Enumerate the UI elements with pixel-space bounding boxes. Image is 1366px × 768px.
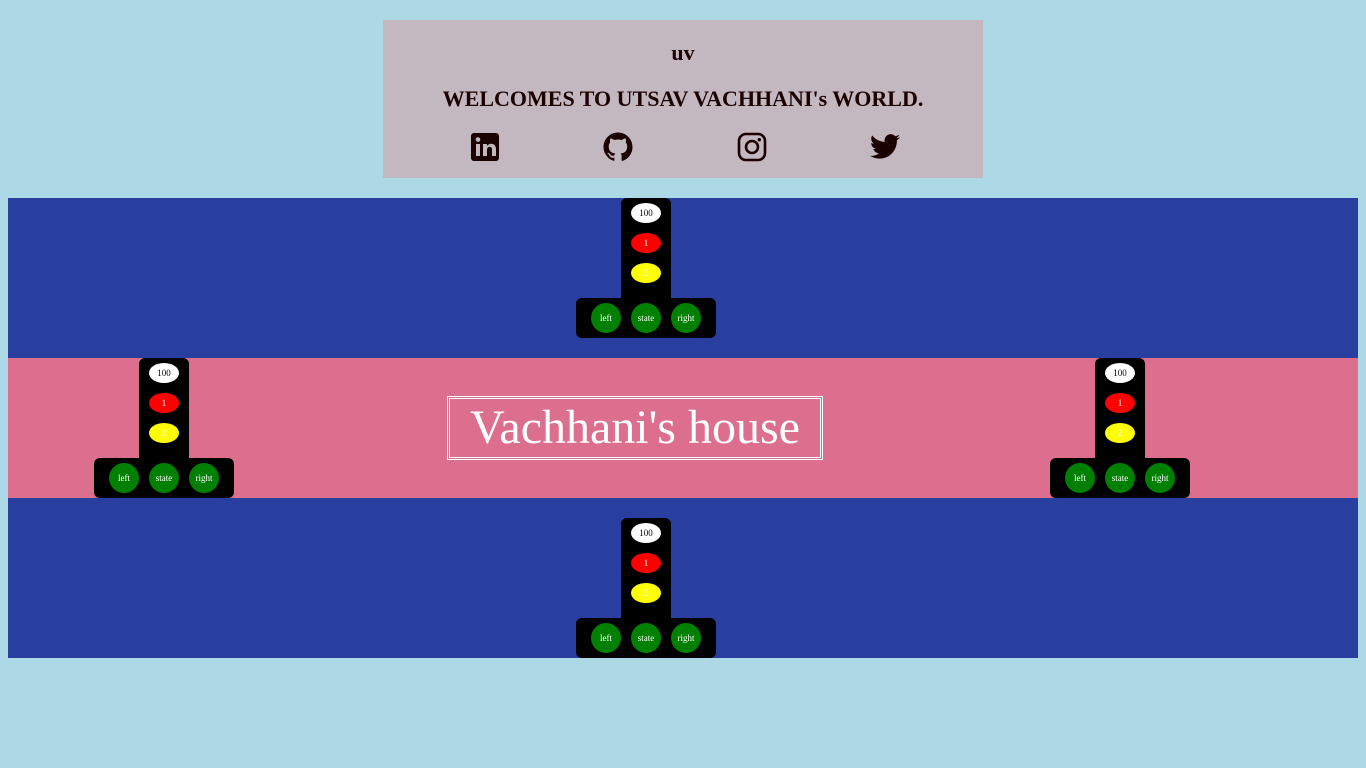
left-button[interactable]: left (109, 463, 139, 493)
state-button[interactable]: state (631, 303, 661, 333)
yellow-lamp: 2 (149, 423, 179, 443)
timer-lamp: 100 (149, 363, 179, 383)
yellow-lamp: 2 (1105, 423, 1135, 443)
red-lamp: 1 (149, 393, 179, 413)
red-lamp: 1 (1105, 393, 1135, 413)
left-button[interactable]: left (591, 303, 621, 333)
instagram-link[interactable] (736, 131, 768, 163)
state-button[interactable]: state (149, 463, 179, 493)
traffic-light-bottom: 100 1 2 left state right (576, 518, 716, 658)
logo: uv (671, 40, 695, 65)
yellow-lamp: 2 (631, 263, 661, 283)
github-icon (602, 131, 634, 163)
timer-lamp: 100 (631, 523, 661, 543)
timer-lamp: 100 (631, 203, 661, 223)
right-button[interactable]: right (189, 463, 219, 493)
linkedin-link[interactable] (469, 131, 501, 163)
left-button[interactable]: left (591, 623, 621, 653)
github-link[interactable] (602, 131, 634, 163)
traffic-light-top: 100 1 2 left state right (576, 198, 716, 338)
traffic-light-right: 100 1 2 left state right (1050, 358, 1190, 498)
twitter-link[interactable] (869, 131, 901, 163)
welcome-heading: WELCOMES TO UTSAV VACHHANI's WORLD. (442, 86, 924, 111)
timer-lamp: 100 (1105, 363, 1135, 383)
left-button[interactable]: left (1065, 463, 1095, 493)
state-button[interactable]: state (631, 623, 661, 653)
red-lamp: 1 (631, 553, 661, 573)
house-title: Vachhani's house (447, 396, 823, 460)
state-button[interactable]: state (1105, 463, 1135, 493)
instagram-icon (736, 131, 768, 163)
header: uv WELCOMES TO UTSAV VACHHANI's WORLD. (383, 20, 983, 178)
right-button[interactable]: right (671, 303, 701, 333)
yellow-lamp: 2 (631, 583, 661, 603)
traffic-light-left: 100 1 2 left state right (94, 358, 234, 498)
right-button[interactable]: right (671, 623, 701, 653)
linkedin-icon (469, 131, 501, 163)
twitter-icon (869, 131, 901, 163)
right-button[interactable]: right (1145, 463, 1175, 493)
red-lamp: 1 (631, 233, 661, 253)
